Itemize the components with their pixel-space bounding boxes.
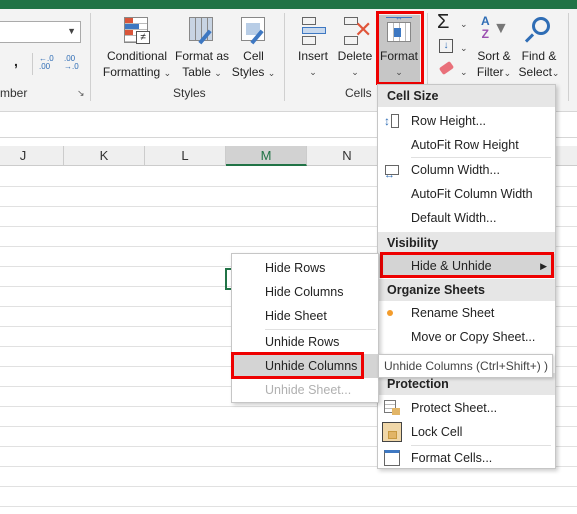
chevron-down-icon: ⌄ — [309, 67, 317, 77]
cell-styles-icon — [239, 17, 269, 45]
menu-item-move-copy-sheet[interactable]: Move or Copy Sheet... — [378, 325, 555, 349]
label: Format as — [174, 49, 229, 63]
label: Delete — [337, 49, 373, 63]
chevron-down-icon[interactable]: ⌄ — [460, 19, 468, 30]
comma-style-button[interactable]: , — [14, 53, 18, 69]
menu-item-default-width[interactable]: Default Width... — [378, 206, 555, 230]
menu-header-visibility: Visibility — [378, 232, 555, 254]
label: Conditional — [106, 49, 168, 63]
number-group-label: mber — [0, 86, 28, 100]
label: Formatting — [102, 65, 161, 79]
magnifier-icon — [524, 17, 554, 45]
delete-cells-icon: ✕ — [340, 17, 372, 45]
insert-cells-icon — [298, 17, 328, 45]
menu-item-autofit-row-height[interactable]: AutoFit Row Height — [378, 133, 555, 157]
label: Filter — [476, 65, 504, 79]
menu-item-column-width[interactable]: ↔ Column Width... — [378, 158, 555, 182]
styles-group-label: Styles — [173, 86, 206, 100]
label: Insert — [297, 49, 328, 63]
divider — [568, 13, 569, 101]
dialog-launcher-icon[interactable]: ↘ — [77, 88, 85, 99]
divider — [90, 13, 91, 101]
label: Cell — [243, 49, 264, 63]
menu-item-protect-sheet[interactable]: Protect Sheet... — [378, 396, 555, 420]
format-cells-icon — [384, 450, 400, 466]
menu-header-organize-sheets: Organize Sheets — [378, 279, 555, 301]
insert-button[interactable]: Insert ⌄ — [294, 17, 332, 80]
chevron-down-icon: ⌄ — [551, 68, 560, 78]
clear-eraser-icon[interactable] — [438, 60, 455, 76]
menu-item-hide-unhide[interactable]: Hide & Unhide ▶ — [378, 254, 555, 278]
divider — [32, 53, 33, 75]
sort-filter-button[interactable]: A Z ▼ Sort & Filter⌄ — [472, 14, 516, 81]
format-as-table-button[interactable]: Format as Table ⌄ — [173, 17, 231, 81]
number-format-dropdown[interactable]: ▼ — [0, 21, 81, 43]
tooltip: Unhide Columns (Ctrl+Shift+) ) — [378, 354, 553, 378]
label: Select — [518, 65, 552, 79]
label: Format — [379, 49, 418, 63]
delete-button[interactable]: ✕ Delete ⌄ — [336, 17, 374, 80]
submenu-item-hide-columns[interactable]: Hide Columns — [232, 280, 378, 304]
menu-item-format-cells[interactable]: Format Cells... — [378, 446, 555, 470]
find-select-button[interactable]: Find & Select⌄ — [516, 17, 562, 81]
column-header-m[interactable]: M — [226, 146, 307, 166]
column-header-j[interactable]: J — [0, 146, 64, 166]
column-header-l[interactable]: L — [145, 146, 226, 166]
lock-icon — [382, 422, 402, 442]
row-height-icon: ↕ — [384, 113, 400, 129]
chevron-down-icon: ⌄ — [267, 68, 276, 78]
title-bar — [0, 0, 577, 9]
submenu-item-unhide-columns[interactable]: Unhide Columns — [232, 354, 378, 378]
format-as-table-icon — [187, 17, 217, 45]
menu-item-rename-sheet[interactable]: Rename Sheet — [378, 301, 555, 325]
chevron-down-icon[interactable]: ⌄ — [460, 43, 468, 54]
tab-color-dot-icon — [387, 310, 393, 316]
chevron-down-icon: ⌄ — [503, 68, 512, 78]
format-menu: Cell Size ↕ Row Height... AutoFit Row Hei… — [377, 84, 556, 469]
label: Styles — [231, 65, 265, 79]
submenu-arrow-icon: ▶ — [540, 261, 547, 271]
autosum-icon[interactable]: Σ — [437, 11, 449, 34]
cell-styles-button[interactable]: Cell Styles ⌄ — [231, 17, 276, 81]
divider — [284, 13, 285, 101]
fill-icon[interactable]: ↓ — [439, 39, 453, 53]
hide-unhide-submenu: Hide Rows Hide Columns Hide Sheet Unhide… — [231, 253, 379, 403]
menu-item-lock-cell[interactable]: Lock Cell — [378, 420, 555, 444]
chevron-down-icon: ▼ — [67, 26, 76, 36]
chevron-down-icon: ⌄ — [163, 68, 172, 78]
format-button[interactable]: ↔ Format ⌄ — [378, 14, 420, 90]
menu-item-row-height[interactable]: ↕ Row Height... — [378, 109, 555, 133]
submenu-item-unhide-rows[interactable]: Unhide Rows — [232, 330, 378, 354]
label: Find & — [521, 49, 557, 63]
conditional-formatting-button[interactable]: ≠ Conditional Formatting ⌄ — [101, 17, 173, 81]
chevron-down-icon: ⌄ — [351, 67, 359, 77]
conditional-formatting-icon: ≠ — [122, 17, 152, 45]
menu-item-autofit-column-width[interactable]: AutoFit Column Width — [378, 182, 555, 206]
chevron-down-icon[interactable]: ⌄ — [460, 67, 468, 78]
column-header-k[interactable]: K — [64, 146, 145, 166]
cells-group-label: Cells — [345, 86, 372, 100]
menu-header-cell-size: Cell Size — [378, 85, 555, 107]
decrease-decimal-button[interactable]: .00 →.0 — [64, 55, 82, 71]
submenu-item-hide-rows[interactable]: Hide Rows — [232, 256, 378, 280]
column-header-n[interactable]: N — [307, 146, 388, 166]
label: Sort & — [477, 49, 511, 63]
submenu-item-hide-sheet[interactable]: Hide Sheet — [232, 304, 378, 328]
label: Table — [182, 65, 211, 79]
format-cells-icon: ↔ — [384, 14, 414, 45]
chevron-down-icon: ⌄ — [395, 67, 403, 77]
protect-sheet-icon — [384, 400, 400, 416]
column-width-icon: ↔ — [384, 162, 400, 181]
chevron-down-icon: ⌄ — [214, 68, 222, 78]
sort-filter-icon: A Z ▼ — [481, 14, 509, 41]
submenu-item-unhide-sheet: Unhide Sheet... — [265, 383, 352, 397]
increase-decimal-button[interactable]: ←.0 .00 — [39, 55, 57, 71]
